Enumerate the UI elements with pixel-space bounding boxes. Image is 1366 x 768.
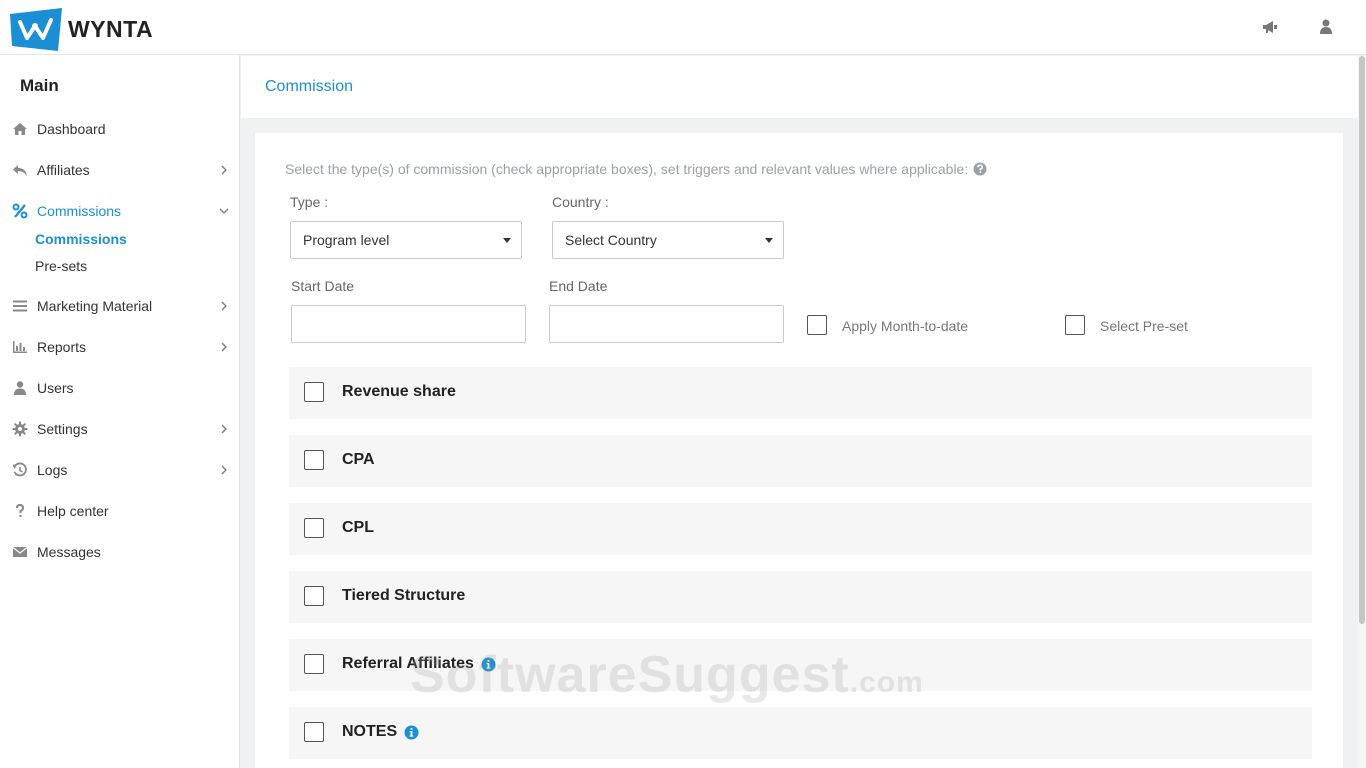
country-select[interactable]: Select Country (552, 221, 784, 259)
type-select-value: Program level (303, 232, 390, 248)
sidebar-item-logs[interactable]: Logs (0, 453, 240, 487)
commission-form-card: Select the type(s) of commission (check … (255, 133, 1343, 768)
country-label: Country : (552, 194, 609, 210)
select-preset-label: Select Pre-set (1100, 318, 1188, 334)
cpa-label: CPA (342, 451, 375, 469)
revenue-share-checkbox[interactable] (304, 382, 324, 402)
sidebar-item-reports[interactable]: Reports (0, 330, 240, 364)
megaphone-icon[interactable] (1261, 18, 1279, 36)
gear-icon (12, 421, 28, 437)
wynta-logo-icon (10, 8, 62, 51)
row-label-text: Referral Affiliates (342, 655, 474, 672)
end-date-label: End Date (549, 278, 608, 294)
end-date-input[interactable] (549, 305, 784, 343)
chevron-right-icon (221, 465, 227, 475)
logo-text: WYNTA (68, 16, 154, 42)
sidebar-item-settings[interactable]: Settings (0, 412, 240, 446)
scrollbar-thumb[interactable] (1359, 56, 1365, 624)
sidebar-item-label: Logs (37, 462, 68, 478)
row-label-text: Revenue share (342, 383, 456, 400)
commission-row-cpl[interactable]: CPL (289, 503, 1312, 555)
chevron-right-icon (221, 301, 227, 311)
sidebar-item-commissions[interactable]: Commissions (0, 194, 240, 228)
cpl-checkbox[interactable] (304, 518, 324, 538)
chevron-right-icon (221, 342, 227, 352)
info-icon[interactable] (404, 725, 419, 740)
question-icon (16, 503, 25, 517)
envelope-icon (12, 547, 28, 557)
page-header: Commission (241, 56, 1358, 118)
row-label-text: NOTES (342, 723, 398, 740)
sidebar-section-title: Main (20, 76, 59, 95)
revenue-share-label: Revenue share (342, 383, 456, 401)
sidebar-item-label: Affiliates (37, 162, 90, 178)
commission-row-cpa[interactable]: CPA (289, 435, 1312, 487)
start-date-input[interactable] (291, 305, 526, 343)
type-label: Type : (290, 194, 329, 210)
commission-row-tiered-structure[interactable]: Tiered Structure (289, 571, 1312, 623)
sidebar-item-label: Settings (37, 421, 88, 437)
form-intro: Select the type(s) of commission (check … (285, 161, 987, 177)
notes-label: NOTES (342, 723, 419, 741)
percent-icon (12, 203, 28, 219)
sidebar-item-marketing-material[interactable]: Marketing Material (0, 289, 240, 323)
user-icon[interactable] (1317, 18, 1335, 36)
commission-row-revenue-share[interactable]: Revenue share (289, 367, 1312, 419)
info-icon[interactable] (481, 657, 496, 672)
vertical-scrollbar[interactable] (1358, 56, 1366, 768)
top-bar: WYNTA (0, 0, 1366, 55)
reply-icon (13, 165, 27, 176)
user-icon (14, 381, 26, 395)
page-title: Commission (265, 78, 354, 95)
month-to-date-label: Apply Month-to-date (842, 318, 969, 334)
sidebar-item-help-center[interactable]: Help center (0, 494, 240, 528)
sidebar-item-affiliates[interactable]: Affiliates (0, 153, 240, 187)
referral-affiliates-checkbox[interactable] (304, 654, 324, 674)
sidebar-item-users[interactable]: Users (0, 371, 240, 405)
sidebar: Main Dashboard Affiliates Commissions Co… (0, 55, 240, 768)
caret-down-icon (765, 238, 773, 243)
sidebar-item-label: Help center (37, 503, 109, 519)
row-label-text: CPL (342, 519, 374, 536)
sidebar-item-dashboard[interactable]: Dashboard (0, 112, 240, 146)
referral-affiliates-label: Referral Affiliates (342, 655, 496, 673)
caret-down-icon (503, 238, 511, 243)
notes-checkbox[interactable] (304, 722, 324, 742)
start-date-label: Start Date (291, 278, 355, 294)
row-label-text: Tiered Structure (342, 587, 466, 604)
sidebar-item-messages[interactable]: Messages (0, 535, 240, 569)
cpl-label: CPL (342, 519, 374, 537)
type-select[interactable]: Program level (290, 221, 522, 259)
tiered-structure-checkbox[interactable] (304, 586, 324, 606)
month-to-date-checkbox[interactable] (807, 315, 827, 335)
cpa-checkbox[interactable] (304, 450, 324, 470)
chevron-down-icon (219, 208, 229, 214)
sidebar-item-label: Commissions (37, 203, 122, 219)
sidebar-item-label: Messages (37, 544, 101, 560)
sidebar-item-label: Dashboard (37, 121, 106, 137)
chevron-right-icon (221, 165, 227, 175)
country-select-value: Select Country (565, 232, 657, 248)
menu-icon (13, 300, 27, 312)
row-label-text: CPA (342, 451, 375, 468)
select-preset-checkbox[interactable] (1065, 315, 1085, 335)
bar-chart-icon (13, 341, 27, 353)
app-logo[interactable]: WYNTA (10, 8, 153, 51)
commission-row-referral-affiliates[interactable]: Referral Affiliates (289, 639, 1312, 691)
sidebar-item-label: Marketing Material (37, 298, 153, 314)
tiered-structure-label: Tiered Structure (342, 587, 465, 605)
chevron-right-icon (221, 424, 227, 434)
sidebar-subitem-presets[interactable]: Pre-sets (35, 258, 87, 274)
sidebar-subitem-commissions[interactable]: Commissions (35, 231, 127, 247)
home-icon (13, 123, 27, 135)
sidebar-item-label: Users (37, 380, 74, 396)
sidebar-item-label: Reports (37, 339, 87, 355)
form-intro-text: Select the type(s) of commission (check … (285, 161, 969, 177)
help-circle-icon[interactable] (973, 162, 987, 176)
history-icon (12, 462, 27, 477)
commission-row-notes[interactable]: NOTES (289, 707, 1312, 759)
